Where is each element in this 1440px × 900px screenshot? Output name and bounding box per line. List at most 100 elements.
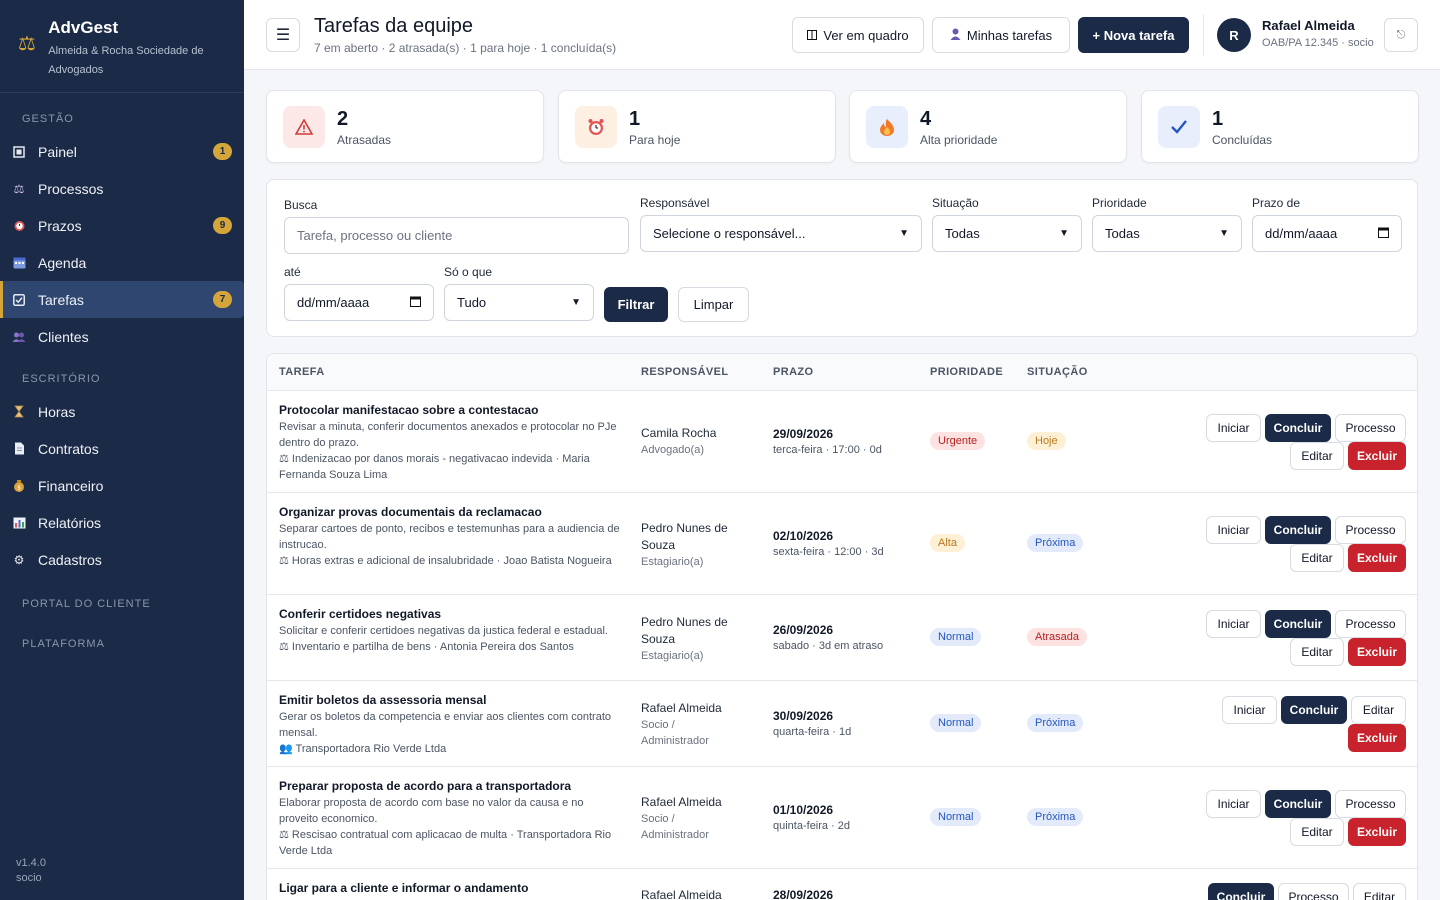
- col-responsavel[interactable]: RESPONSÁVEL: [641, 366, 729, 378]
- sidebar: ⚖ AdvGest Almeida & Rocha Sociedade de A…: [0, 0, 244, 900]
- task-client-link[interactable]: 👥 Transportadora Rio Verde Ltda: [279, 741, 624, 757]
- user-info: OAB/PA 12.345 · socio: [1262, 37, 1374, 49]
- due-date: 26/09/2026: [773, 623, 834, 637]
- due-date: 02/10/2026: [773, 529, 834, 543]
- case-button[interactable]: Processo: [1335, 414, 1406, 442]
- sidebar-item-clientes[interactable]: Clientes: [0, 318, 244, 355]
- task-case-link[interactable]: ⚖ Indenizacao por danos morais - negativ…: [279, 451, 624, 483]
- only-value: Tudo: [457, 295, 487, 310]
- status-badge: Atrasada: [1027, 628, 1088, 646]
- person-icon: [950, 28, 961, 43]
- stat-card-concluidas[interactable]: 1 Concluídas: [1141, 90, 1419, 163]
- table-row[interactable]: Conferir certidoes negativas Solicitar e…: [267, 595, 1417, 681]
- section-portal-do-cliente[interactable]: Portal do cliente: [0, 598, 244, 610]
- start-button[interactable]: Iniciar: [1206, 414, 1261, 442]
- task-case-link[interactable]: ⚖ Inventario e partilha de bens · Antoni…: [279, 639, 624, 655]
- complete-button[interactable]: Concluir: [1265, 516, 1331, 544]
- my-tasks-button[interactable]: Minhas tarefas: [932, 17, 1070, 53]
- sidebar-item-painel[interactable]: Painel 1: [0, 133, 244, 170]
- edit-button[interactable]: Editar: [1290, 638, 1344, 666]
- due-date: 30/09/2026: [773, 709, 834, 723]
- badge-count: 9: [213, 217, 232, 234]
- date-to-input[interactable]: dd/mm/aaaa: [284, 284, 434, 321]
- start-button[interactable]: Iniciar: [1206, 516, 1261, 544]
- status-select[interactable]: Todas ▼: [932, 215, 1082, 252]
- chevron-down-icon: ▼: [1059, 228, 1069, 239]
- dashboard-icon: [12, 145, 26, 159]
- clear-button[interactable]: Limpar: [678, 287, 749, 322]
- start-button[interactable]: Iniciar: [1206, 610, 1261, 638]
- date-from-label: Prazo de: [1252, 196, 1301, 210]
- check-icon: [1158, 106, 1200, 148]
- sidebar-item-agenda[interactable]: Agenda: [0, 244, 244, 281]
- complete-button[interactable]: Concluir: [1265, 610, 1331, 638]
- sidebar-item-relatorios[interactable]: Relatórios: [0, 504, 244, 541]
- sidebar-item-processos[interactable]: ⚖ Processos: [0, 170, 244, 207]
- task-case-link[interactable]: ⚖ Rescisao contratual com aplicacao de m…: [279, 827, 624, 859]
- delete-button[interactable]: Excluir: [1348, 724, 1406, 752]
- task-title[interactable]: Ligar para a cliente e informar o andame…: [279, 881, 528, 895]
- task-case-link[interactable]: ⚖ Horas extras e adicional de insalubrid…: [279, 553, 624, 569]
- col-prioridade[interactable]: PRIORIDADE: [930, 366, 1003, 378]
- board-view-button[interactable]: Ver em quadro: [792, 17, 924, 53]
- table-row[interactable]: Protocolar manifestacao sobre a contesta…: [267, 391, 1417, 493]
- avatar[interactable]: R: [1217, 18, 1251, 52]
- sidebar-item-horas[interactable]: Horas: [0, 393, 244, 430]
- filter-button[interactable]: Filtrar: [604, 287, 668, 322]
- sidebar-item-label: Prazos: [38, 217, 82, 234]
- delete-button[interactable]: Excluir: [1348, 442, 1406, 470]
- sidebar-item-contratos[interactable]: Contratos: [0, 430, 244, 467]
- task-title[interactable]: Protocolar manifestacao sobre a contesta…: [279, 403, 538, 417]
- only-select[interactable]: Tudo ▼: [444, 284, 594, 321]
- edit-button[interactable]: Editar: [1290, 442, 1344, 470]
- complete-button[interactable]: Concluir: [1265, 414, 1331, 442]
- start-button[interactable]: Iniciar: [1206, 790, 1261, 818]
- case-button[interactable]: Processo: [1278, 883, 1349, 900]
- date-from-value: dd/mm/aaaa: [1265, 226, 1338, 241]
- col-tarefa[interactable]: TAREFA: [279, 366, 325, 378]
- sidebar-item-financeiro[interactable]: $ Financeiro: [0, 467, 244, 504]
- sidebar-item-tarefas[interactable]: Tarefas 7: [0, 281, 244, 318]
- edit-button[interactable]: Editar: [1353, 883, 1406, 900]
- col-situacao[interactable]: SITUAÇÃO: [1027, 366, 1088, 378]
- table-row[interactable]: Preparar proposta de acordo para a trans…: [267, 767, 1417, 869]
- logout-button[interactable]: ⎋: [1384, 18, 1418, 52]
- date-from-input[interactable]: dd/mm/aaaa: [1252, 215, 1402, 252]
- delete-button[interactable]: Excluir: [1348, 818, 1406, 846]
- task-title[interactable]: Conferir certidoes negativas: [279, 607, 441, 621]
- delete-button[interactable]: Excluir: [1348, 638, 1406, 666]
- task-title[interactable]: Organizar provas documentais da reclamac…: [279, 505, 542, 519]
- table-row[interactable]: Organizar provas documentais da reclamac…: [267, 493, 1417, 595]
- case-button[interactable]: Processo: [1335, 516, 1406, 544]
- col-prazo[interactable]: PRAZO: [773, 366, 814, 378]
- start-button[interactable]: Iniciar: [1222, 696, 1277, 724]
- stat-card-atrasadas[interactable]: 2 Atrasadas: [266, 90, 544, 163]
- search-input[interactable]: Tarefa, processo ou cliente: [284, 217, 629, 254]
- tasks-table: TAREFA RESPONSÁVEL PRAZO PRIORIDADE SITU…: [266, 353, 1418, 900]
- case-button[interactable]: Processo: [1335, 790, 1406, 818]
- new-task-button[interactable]: + Nova tarefa: [1078, 17, 1189, 53]
- table-row[interactable]: Emitir boletos da assessoria mensal Gera…: [267, 681, 1417, 767]
- task-title[interactable]: Emitir boletos da assessoria mensal: [279, 693, 486, 707]
- stat-label: Alta prioridade: [920, 133, 998, 147]
- edit-button[interactable]: Editar: [1290, 544, 1344, 572]
- edit-button[interactable]: Editar: [1351, 696, 1406, 724]
- menu-toggle-button[interactable]: ☰: [266, 18, 300, 52]
- edit-button[interactable]: Editar: [1290, 818, 1344, 846]
- date-to-value: dd/mm/aaaa: [297, 295, 370, 310]
- sidebar-item-prazos[interactable]: Prazos 9: [0, 207, 244, 244]
- table-row[interactable]: Ligar para a cliente e informar o andame…: [267, 869, 1417, 900]
- priority-select[interactable]: Todas ▼: [1092, 215, 1242, 252]
- case-button[interactable]: Processo: [1335, 610, 1406, 638]
- responsible-select[interactable]: Selecione o responsável... ▼: [640, 215, 922, 252]
- stat-card-alta-prioridade[interactable]: 4 Alta prioridade: [849, 90, 1127, 163]
- stat-card-para-hoje[interactable]: 1 Para hoje: [558, 90, 836, 163]
- complete-button[interactable]: Concluir: [1208, 883, 1274, 900]
- complete-button[interactable]: Concluir: [1265, 790, 1331, 818]
- sidebar-item-cadastros[interactable]: ⚙ Cadastros: [0, 541, 244, 578]
- complete-button[interactable]: Concluir: [1281, 696, 1347, 724]
- task-title[interactable]: Preparar proposta de acordo para a trans…: [279, 779, 571, 793]
- delete-button[interactable]: Excluir: [1348, 544, 1406, 572]
- section-plataforma[interactable]: Plataforma: [0, 638, 244, 650]
- search-label: Busca: [284, 198, 318, 212]
